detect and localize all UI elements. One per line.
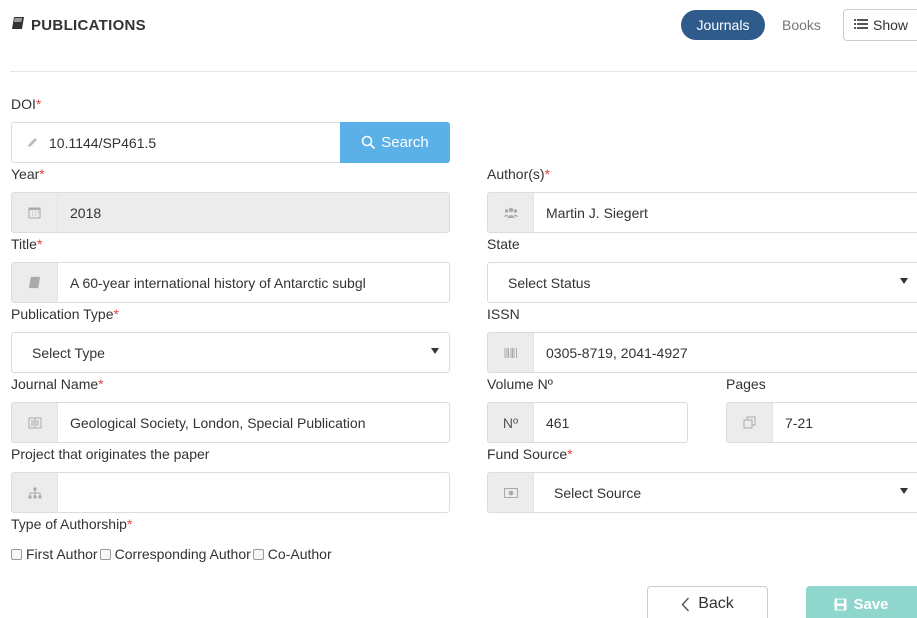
book-icon — [11, 16, 25, 34]
calendar-icon — [12, 193, 58, 232]
list-icon — [854, 17, 868, 33]
search-icon — [361, 135, 376, 150]
back-button[interactable]: Back — [647, 586, 768, 618]
pencil-icon — [26, 136, 39, 149]
state-select-value: Select Status — [508, 274, 591, 291]
corresponding-author-label: Corresponding Author — [114, 546, 251, 562]
doi-field[interactable]: 10.1144/SP461.5 — [11, 122, 341, 163]
year-field[interactable]: 2018 — [11, 192, 450, 233]
save-button-label: Save — [853, 595, 889, 613]
page-title: PUBLICATIONS — [11, 16, 146, 34]
chevron-down-icon — [900, 488, 908, 494]
first-author-checkbox[interactable] — [11, 548, 22, 560]
page-title-text: PUBLICATIONS — [31, 16, 146, 34]
users-icon — [488, 193, 534, 232]
title-field[interactable]: A 60-year international history of Antar… — [11, 262, 450, 303]
project-label: Project that originates the paper — [11, 446, 210, 462]
publication-type-label: Publication Type* — [11, 306, 119, 322]
header-divider — [10, 71, 917, 72]
co-author-label: Co-Author — [267, 546, 332, 562]
authors-label: Author(s)* — [487, 166, 551, 182]
newspaper-icon — [12, 403, 58, 442]
authors-field[interactable]: Martin J. Siegert — [487, 192, 917, 233]
tab-books[interactable]: Books — [782, 17, 821, 33]
fund-source-value: Select Source — [554, 484, 642, 501]
fund-source-select[interactable]: Select Source — [487, 472, 917, 513]
chevron-left-icon — [681, 597, 690, 612]
publication-type-select[interactable]: Select Type — [11, 332, 450, 373]
tab-journals[interactable]: Journals — [681, 10, 765, 40]
chevron-down-icon — [431, 348, 439, 354]
authors-input[interactable]: Martin J. Siegert — [534, 193, 917, 232]
journal-name-label: Journal Name* — [11, 376, 104, 392]
pages-input[interactable]: 7-21 — [773, 403, 917, 442]
volume-label: Volume Nº — [487, 376, 553, 392]
title-label: Title* — [11, 236, 43, 252]
pages-label: Pages — [726, 376, 766, 392]
corresponding-author-checkbox[interactable] — [99, 548, 111, 560]
title-input[interactable]: A 60-year international history of Antar… — [58, 263, 449, 302]
project-input[interactable] — [58, 473, 449, 512]
volume-prefix: Nº — [488, 403, 534, 442]
sitemap-icon — [12, 473, 58, 512]
authorship-label: Type of Authorship* — [11, 516, 133, 532]
journal-name-field[interactable]: Geological Society, London, Special Publ… — [11, 402, 450, 443]
search-button-label: Search — [381, 134, 429, 151]
issn-field[interactable]: 0305-8719, 2041-4927 — [487, 332, 917, 373]
fund-source-label: Fund Source* — [487, 446, 573, 462]
year-label: Year* — [11, 166, 45, 182]
money-icon — [488, 473, 534, 512]
project-field[interactable] — [11, 472, 450, 513]
publication-type-value: Select Type — [32, 344, 105, 361]
co-author-checkbox[interactable] — [252, 548, 264, 560]
chevron-down-icon — [900, 278, 908, 284]
book-icon — [12, 263, 58, 302]
search-button[interactable]: Search — [340, 122, 450, 163]
save-button[interactable]: Save — [806, 586, 917, 618]
doi-label: DOI* — [11, 96, 42, 112]
issn-label: ISSN — [487, 306, 520, 322]
save-icon — [834, 598, 847, 611]
doi-input[interactable]: 10.1144/SP461.5 — [49, 135, 156, 151]
barcode-icon — [488, 333, 534, 372]
pages-field[interactable]: 7-21 — [726, 402, 917, 443]
first-author-label: First Author — [26, 546, 98, 562]
volume-field[interactable]: Nº 461 — [487, 402, 688, 443]
show-button-label: Show — [873, 17, 909, 33]
issn-input[interactable]: 0305-8719, 2041-4927 — [534, 333, 917, 372]
show-button[interactable]: Show — [843, 9, 917, 41]
journal-name-input[interactable]: Geological Society, London, Special Publ… — [58, 403, 449, 442]
state-select[interactable]: Select Status — [487, 262, 917, 303]
volume-input[interactable]: 461 — [534, 403, 687, 442]
authorship-options: First Author Corresponding Author Co-Aut… — [11, 546, 332, 562]
copy-icon — [727, 403, 773, 442]
back-button-label: Back — [698, 595, 734, 612]
state-label: State — [487, 236, 520, 252]
year-input[interactable]: 2018 — [58, 193, 449, 232]
